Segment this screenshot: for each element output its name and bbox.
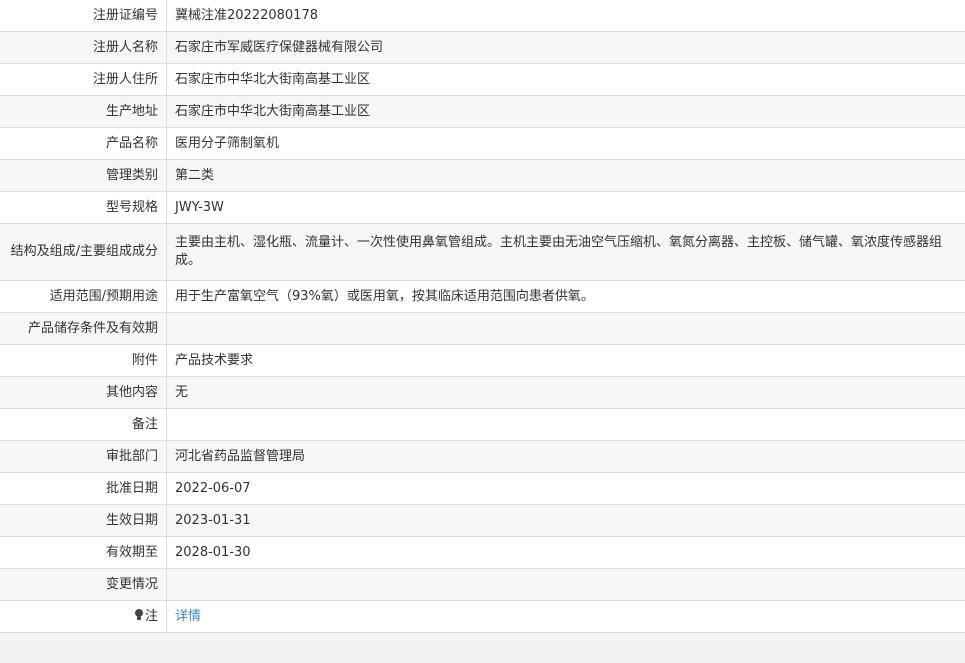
label-note: 注 [0, 600, 167, 633]
value-registration-number: 冀械注准20222080178 [166, 0, 965, 32]
row-intended-use: 适用范围/预期用途 用于生产富氧空气（93%氧）或医用氧，按其临床适用范围向患者… [0, 280, 965, 313]
value-change-history [166, 568, 965, 601]
note-label-text: 注 [144, 608, 158, 624]
row-attachment: 附件 产品技术要求 [0, 344, 965, 377]
row-structure-composition: 结构及组成/主要组成成分 主要由主机、湿化瓶、流量计、一次性使用鼻氧管组成。主机… [0, 223, 965, 281]
row-registration-number: 注册证编号 冀械注准20222080178 [0, 0, 965, 32]
row-production-address: 生产地址 石家庄市中华北大街南高基工业区 [0, 95, 965, 128]
row-change-history: 变更情况 [0, 568, 965, 601]
value-product-name: 医用分子筛制氧机 [166, 127, 965, 160]
details-link[interactable]: 详情 [175, 609, 201, 624]
row-registrant-address: 注册人住所 石家庄市中华北大街南高基工业区 [0, 63, 965, 96]
label-model-spec: 型号规格 [0, 191, 167, 224]
label-registration-number: 注册证编号 [0, 0, 167, 32]
row-note: 注 详情 [0, 600, 965, 633]
row-storage-conditions: 产品储存条件及有效期 [0, 312, 965, 345]
value-registrant-address: 石家庄市中华北大街南高基工业区 [166, 63, 965, 96]
label-effective-date: 生效日期 [0, 504, 167, 537]
row-product-name: 产品名称 医用分子筛制氧机 [0, 127, 965, 160]
label-intended-use: 适用范围/预期用途 [0, 280, 167, 313]
row-expiry-date: 有效期至 2028-01-30 [0, 536, 965, 569]
value-registrant-name: 石家庄市军威医疗保健器械有限公司 [166, 31, 965, 64]
label-expiry-date: 有效期至 [0, 536, 167, 569]
label-registrant-name: 注册人名称 [0, 31, 167, 64]
value-approval-department: 河北省药品监督管理局 [166, 440, 965, 473]
value-remarks [166, 408, 965, 441]
registration-detail-panel: 注册证编号 冀械注准20222080178 注册人名称 石家庄市军威医疗保健器械… [0, 0, 965, 633]
value-attachment: 产品技术要求 [166, 344, 965, 377]
value-production-address: 石家庄市中华北大街南高基工业区 [166, 95, 965, 128]
value-structure-composition: 主要由主机、湿化瓶、流量计、一次性使用鼻氧管组成。主机主要由无油空气压缩机、氧氮… [166, 223, 965, 281]
label-management-category: 管理类别 [0, 159, 167, 192]
label-attachment: 附件 [0, 344, 167, 377]
label-structure-composition: 结构及组成/主要组成成分 [0, 223, 167, 281]
registration-detail-table: 注册证编号 冀械注准20222080178 注册人名称 石家庄市军威医疗保健器械… [0, 0, 965, 633]
row-management-category: 管理类别 第二类 [0, 159, 965, 192]
lightbulb-icon [134, 608, 144, 621]
value-expiry-date: 2028-01-30 [166, 536, 965, 569]
label-remarks: 备注 [0, 408, 167, 441]
value-approval-date: 2022-06-07 [166, 472, 965, 505]
row-effective-date: 生效日期 2023-01-31 [0, 504, 965, 537]
label-approval-department: 审批部门 [0, 440, 167, 473]
row-remarks: 备注 [0, 408, 965, 441]
label-other-content: 其他内容 [0, 376, 167, 409]
value-note: 详情 [166, 600, 965, 633]
value-intended-use: 用于生产富氧空气（93%氧）或医用氧，按其临床适用范围向患者供氧。 [166, 280, 965, 313]
value-effective-date: 2023-01-31 [166, 504, 965, 537]
row-model-spec: 型号规格 JWY-3W [0, 191, 965, 224]
row-other-content: 其他内容 无 [0, 376, 965, 409]
label-change-history: 变更情况 [0, 568, 167, 601]
label-production-address: 生产地址 [0, 95, 167, 128]
value-storage-conditions [166, 312, 965, 345]
row-approval-date: 批准日期 2022-06-07 [0, 472, 965, 505]
row-registrant-name: 注册人名称 石家庄市军威医疗保健器械有限公司 [0, 31, 965, 64]
label-registrant-address: 注册人住所 [0, 63, 167, 96]
label-storage-conditions: 产品储存条件及有效期 [0, 312, 167, 345]
page-bottom-bar [0, 641, 965, 663]
row-approval-department: 审批部门 河北省药品监督管理局 [0, 440, 965, 473]
label-product-name: 产品名称 [0, 127, 167, 160]
value-other-content: 无 [166, 376, 965, 409]
label-approval-date: 批准日期 [0, 472, 167, 505]
value-management-category: 第二类 [166, 159, 965, 192]
value-model-spec: JWY-3W [166, 191, 965, 224]
